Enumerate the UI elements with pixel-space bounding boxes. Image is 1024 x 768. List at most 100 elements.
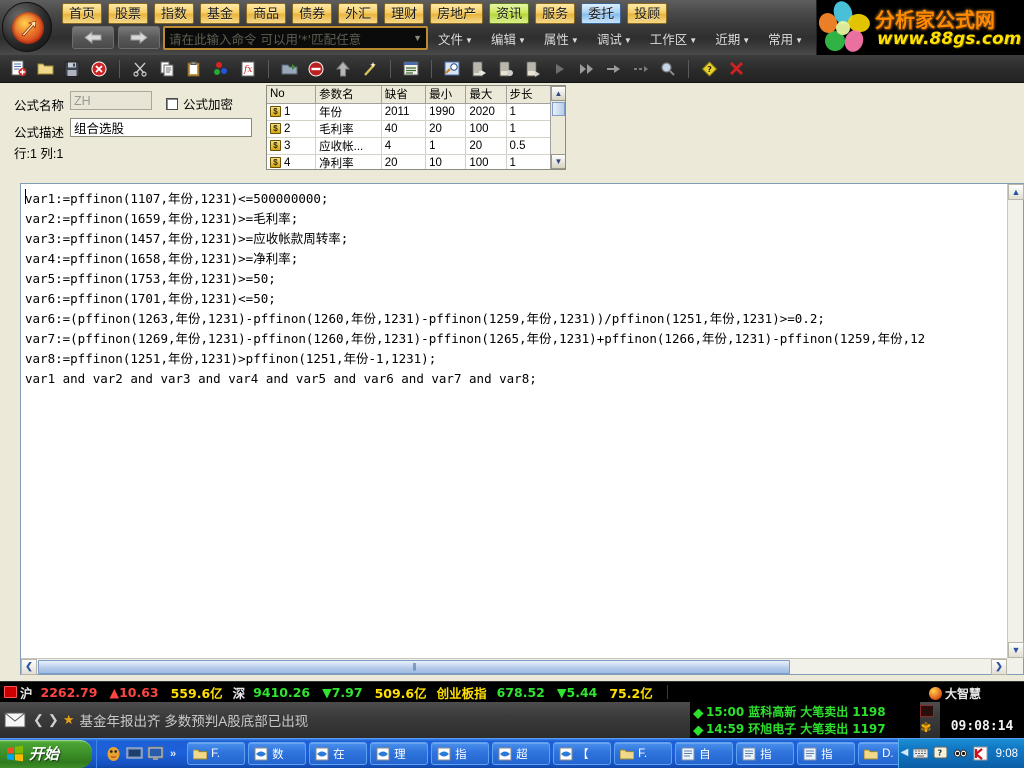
qq-icon[interactable] — [105, 745, 122, 762]
nav-tab-5[interactable]: 债券 — [292, 3, 333, 24]
grid-scroll-up-button[interactable]: ▲ — [551, 86, 565, 101]
taskbar-item-10[interactable]: 指 — [797, 742, 856, 765]
play-button[interactable] — [548, 58, 572, 80]
next-icon[interactable]: ❯ — [48, 712, 59, 728]
nav-tab-6[interactable]: 外汇 — [338, 3, 379, 24]
delete-button[interactable] — [87, 58, 111, 80]
menu-debug[interactable]: 调试 ▼ — [597, 29, 632, 48]
code-editor[interactable]: var1:=pffinon(1107,年份,1231)<=500000000; … — [20, 183, 1024, 675]
save-button[interactable] — [60, 58, 84, 80]
encrypt-checkbox-wrap[interactable]: 公式加密 — [166, 94, 233, 113]
editor-scroll-down-button[interactable]: ▼ — [1008, 642, 1024, 658]
keyboard-icon[interactable] — [912, 746, 928, 761]
taskbar-item-8[interactable]: 自 — [675, 742, 734, 765]
nav-tab-2[interactable]: 指数 — [154, 3, 195, 24]
formula-name-input[interactable]: ZH — [70, 91, 152, 110]
editor-vertical-scrollbar[interactable]: ▲ ▼ — [1007, 184, 1024, 658]
alert-row-1[interactable]: 15:00 蓝科高新 大笔卖出 1198 — [693, 703, 920, 720]
parameter-grid-scrollbar[interactable]: ▲ ▼ — [550, 86, 565, 169]
parameter-grid[interactable]: No 参数名 缺省 最小 最大 步长 $1 年份 2011 1990 2020 … — [266, 85, 566, 170]
nav-tab-12[interactable]: 投顾 — [627, 3, 668, 24]
start-button[interactable]: 开始 — [0, 739, 92, 768]
taskbar-item-9[interactable]: 指 — [736, 742, 795, 765]
menu-workspace[interactable]: 工作区 ▼ — [650, 29, 697, 48]
grid-scroll-thumb[interactable] — [552, 102, 565, 116]
nav-tab-9[interactable]: 资讯 — [489, 3, 530, 24]
open-folder-button[interactable] — [33, 58, 57, 80]
nav-tab-4[interactable]: 商品 — [246, 3, 287, 24]
move-up-button[interactable] — [331, 58, 355, 80]
ad-banner[interactable]: 分析家公式网 www.88gs.com — [816, 0, 1024, 55]
cut-button[interactable] — [128, 58, 152, 80]
undo-button[interactable] — [277, 58, 301, 80]
nav-tab-8[interactable]: 房地产 — [430, 3, 484, 24]
copy-button[interactable] — [155, 58, 179, 80]
gear-icon[interactable]: ✾ — [919, 721, 933, 735]
tray-clock[interactable]: 9:08 — [996, 748, 1018, 760]
alert-stop-icon[interactable] — [920, 705, 934, 717]
nav-tab-1[interactable]: 股票 — [108, 3, 149, 24]
table-row[interactable]: $1 年份 2011 1990 2020 1 — [267, 103, 552, 121]
wizard-button[interactable] — [358, 58, 382, 80]
table-row[interactable]: $3 应收帐... 4 1 20 0.5 — [267, 137, 552, 155]
exit-button[interactable] — [724, 58, 748, 80]
edit-properties-button[interactable] — [440, 58, 464, 80]
editor-scroll-left-button[interactable]: ❮ — [21, 658, 37, 675]
encrypt-checkbox[interactable] — [166, 97, 178, 110]
dzh-brand-footer[interactable]: 大智慧 — [925, 683, 1024, 703]
forward-button[interactable] — [118, 26, 160, 49]
show-desktop-icon[interactable] — [126, 745, 143, 762]
editor-horizontal-scrollbar[interactable]: ❮ ||| ❯ — [21, 658, 1007, 675]
menu-common[interactable]: 常用 ▼ — [768, 29, 803, 48]
list-button[interactable] — [399, 58, 423, 80]
step-into-button[interactable] — [602, 58, 626, 80]
taskbar-item-3[interactable]: 理 — [370, 742, 429, 765]
new-formula-button[interactable] — [6, 58, 30, 80]
col-no[interactable]: No — [267, 86, 317, 104]
editor-hscroll-thumb[interactable]: ||| — [38, 659, 790, 674]
zoom-button[interactable] — [656, 58, 680, 80]
breakpoint-button[interactable] — [521, 58, 545, 80]
help-balloon-icon[interactable]: ? — [933, 746, 948, 761]
color-button[interactable] — [209, 58, 233, 80]
code-editor-text-area[interactable]: var1:=pffinon(1107,年份,1231)<=500000000; … — [21, 184, 1007, 658]
menu-file[interactable]: 文件 ▼ — [438, 29, 473, 48]
taskbar-item-2[interactable]: 在 — [309, 742, 368, 765]
stop-button[interactable] — [304, 58, 328, 80]
mail-icon[interactable] — [4, 712, 26, 728]
command-input[interactable]: 请在此输入命令 可以用'*'匹配任意 ▼ — [163, 26, 428, 50]
nav-tab-0[interactable]: 首页 — [62, 3, 103, 24]
alert-row-2[interactable]: 14:59 环旭电子 大笔卖出 1197 — [693, 720, 920, 737]
col-min[interactable]: 最小 — [425, 86, 467, 104]
kaspersky-icon[interactable] — [973, 746, 988, 761]
editor-scroll-up-button[interactable]: ▲ — [1008, 184, 1024, 200]
taskbar-item-1[interactable]: 数 — [248, 742, 307, 765]
monitor-icon[interactable] — [147, 745, 164, 762]
paste-button[interactable] — [182, 58, 206, 80]
col-name[interactable]: 参数名 — [315, 86, 382, 104]
menu-properties[interactable]: 属性 ▼ — [544, 29, 579, 48]
nav-tab-3[interactable]: 基金 — [200, 3, 241, 24]
help-button[interactable]: ? — [697, 58, 721, 80]
run-step-button[interactable] — [467, 58, 491, 80]
function-button[interactable]: fx — [236, 58, 260, 80]
chevron-right-double-icon[interactable]: » — [170, 748, 176, 760]
editor-scroll-right-button[interactable]: ❯ — [991, 658, 1007, 675]
fast-forward-button[interactable] — [575, 58, 599, 80]
taskbar-item-7[interactable]: F. — [614, 742, 673, 765]
menu-edit[interactable]: 编辑 ▼ — [491, 29, 526, 48]
prev-icon[interactable]: ❮ — [33, 712, 44, 728]
nav-tab-11[interactable]: 委托 — [581, 3, 622, 24]
back-button[interactable] — [72, 26, 114, 49]
grid-scroll-down-button[interactable]: ▼ — [551, 154, 565, 169]
taskbar-item-6[interactable]: 【 — [553, 742, 612, 765]
nav-tab-7[interactable]: 理财 — [384, 3, 425, 24]
taskbar-item-11[interactable]: D. — [858, 742, 898, 765]
eyes-icon[interactable] — [953, 746, 968, 761]
nav-tab-10[interactable]: 服务 — [535, 3, 576, 24]
menu-recent[interactable]: 近期 ▼ — [715, 29, 750, 48]
table-row[interactable]: $4 净利率 20 10 100 1 — [267, 154, 552, 169]
taskbar-item-0[interactable]: F. — [187, 742, 246, 765]
debug-button[interactable] — [494, 58, 518, 80]
col-step[interactable]: 步长 — [506, 86, 552, 104]
